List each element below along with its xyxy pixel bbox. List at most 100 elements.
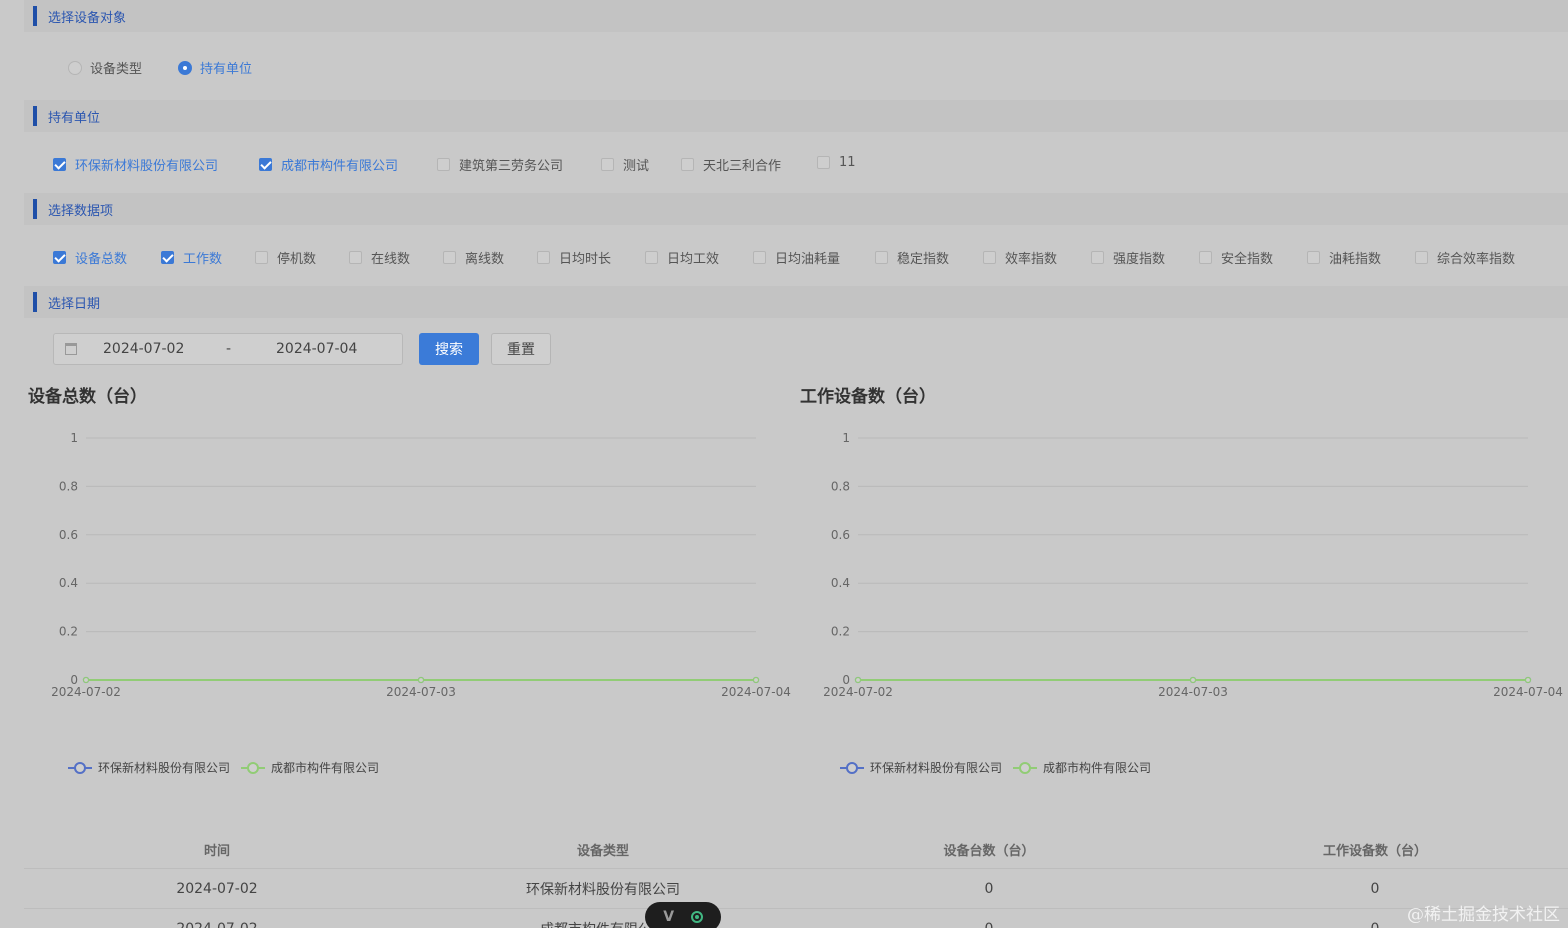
target-icon[interactable] [690, 911, 703, 923]
checkbox-unit[interactable]: 环保新材料股份有限公司 [53, 155, 218, 174]
checkbox-data-item[interactable]: 综合效率指数 [1415, 248, 1515, 267]
checkbox-checked-icon[interactable] [259, 158, 272, 171]
table-row: 2024-07-02 成都市构件有限公司 0 0 [24, 909, 1568, 928]
legend-item[interactable]: 环保新材料股份有限公司 [840, 760, 1002, 775]
checkbox-data-item[interactable]: 在线数 [349, 248, 410, 267]
checkbox-icon[interactable] [349, 251, 362, 264]
checkbox-icon[interactable] [983, 251, 996, 264]
legend-label: 成都市构件有限公司 [271, 760, 379, 775]
radio-circle-selected-icon[interactable] [178, 60, 192, 75]
checkbox-label: 日均油耗量 [775, 252, 841, 267]
checkbox-data-item[interactable]: 设备总数 [53, 248, 127, 267]
checkbox-data-item[interactable]: 工作数 [161, 248, 222, 267]
checkbox-icon[interactable] [875, 251, 888, 264]
checkbox-icon[interactable] [1199, 251, 1212, 264]
checkbox-data-item[interactable]: 日均油耗量 [753, 248, 840, 267]
checkbox-label: 稳定指数 [897, 252, 950, 267]
date-separator: - [226, 341, 232, 357]
data-point[interactable] [854, 676, 862, 684]
checkbox-icon[interactable] [1415, 251, 1428, 264]
date-range-picker[interactable]: 2024-07-02 - 2024-07-04 [53, 333, 403, 365]
checkbox-unit[interactable]: 测试 [601, 155, 649, 174]
radio-label: 设备类型 [90, 62, 143, 77]
section-accent-bar [33, 106, 37, 126]
data-point[interactable] [1189, 676, 1197, 684]
table-cell: 成都市构件有限公司 [410, 909, 796, 928]
checkbox-label: 在线数 [371, 252, 411, 267]
legend-item[interactable]: 成都市构件有限公司 [1013, 760, 1151, 775]
checkbox-checked-icon[interactable] [161, 251, 174, 264]
y-tick-label: 0.4 [59, 576, 78, 590]
x-tick-label: 2024-07-02 [51, 685, 121, 699]
checkbox-unit[interactable]: 成都市构件有限公司 [259, 155, 398, 174]
checkbox-data-item[interactable]: 离线数 [443, 248, 504, 267]
reset-button[interactable]: 重置 [491, 333, 551, 365]
checkbox-data-item[interactable]: 强度指数 [1091, 248, 1165, 267]
checkbox-checked-icon[interactable] [53, 158, 66, 171]
radio-label: 持有单位 [200, 62, 253, 77]
section-title: 选择日期 [48, 297, 101, 312]
vue-devtools-toggle[interactable]: V [645, 902, 721, 928]
data-point[interactable] [417, 676, 425, 684]
x-tick-label: 2024-07-04 [721, 685, 791, 699]
x-tick-label: 2024-07-04 [1493, 685, 1563, 699]
checkbox-icon[interactable] [443, 251, 456, 264]
data-point[interactable] [1524, 676, 1532, 684]
y-tick-label: 0.2 [831, 625, 850, 639]
line-chart-total: 00.20.40.60.812024-07-02 2024-07-03 2024-0… [51, 431, 791, 775]
checkbox-checked-icon[interactable] [53, 251, 66, 264]
checkbox-unit[interactable]: 天北三利合作 [681, 155, 781, 174]
date-end-input[interactable]: 2024-07-04 [276, 341, 357, 357]
unit-checkbox-group: 环保新材料股份有限公司 成都市构件有限公司 建筑第三劳务公司 测试 天北三利合作… [0, 152, 1568, 176]
checkbox-data-item[interactable]: 日均时长 [537, 248, 611, 267]
section-accent-bar [33, 292, 37, 312]
legend-item[interactable]: 成都市构件有限公司 [241, 760, 379, 775]
object-radio-group: 设备类型 持有单位 [0, 55, 1568, 79]
checkbox-icon[interactable] [753, 251, 766, 264]
section-accent-bar [33, 6, 37, 26]
checkbox-label: 工作数 [183, 252, 223, 267]
table-header-row: 时间 设备类型 设备台数（台） 工作设备数（台） [24, 830, 1568, 869]
checkbox-icon[interactable] [437, 158, 450, 171]
legend-item[interactable]: 环保新材料股份有限公司 [68, 760, 230, 775]
checkbox-data-item[interactable]: 稳定指数 [875, 248, 949, 267]
search-button[interactable]: 搜索 [419, 333, 479, 365]
checkbox-icon[interactable] [601, 158, 614, 171]
checkbox-icon[interactable] [1307, 251, 1320, 264]
y-tick-label: 1 [70, 431, 78, 445]
section-title: 选择数据项 [48, 204, 114, 219]
checkbox-icon[interactable] [645, 251, 658, 264]
legend-label: 环保新材料股份有限公司 [870, 760, 1002, 775]
radio-holding-unit[interactable]: 持有单位 [178, 58, 252, 77]
table-cell: 2024-07-02 [176, 880, 258, 897]
data-point[interactable] [82, 676, 90, 684]
vue-logo-icon[interactable]: V [663, 909, 674, 925]
checkbox-label: 11 [839, 155, 856, 170]
checkbox-data-item[interactable]: 效率指数 [983, 248, 1057, 267]
checkbox-data-item[interactable]: 安全指数 [1199, 248, 1273, 267]
checkbox-data-item[interactable]: 油耗指数 [1307, 248, 1381, 267]
checkbox-unit[interactable]: 11 [817, 155, 856, 170]
radio-circle-icon[interactable] [68, 60, 82, 75]
table-row: 2024-07-02 环保新材料股份有限公司 0 0 [24, 869, 1568, 909]
checkbox-icon[interactable] [817, 156, 830, 169]
checkbox-data-item[interactable]: 日均工效 [645, 248, 719, 267]
section-object-header: 选择设备对象 [24, 0, 1568, 32]
section-title: 选择设备对象 [48, 11, 127, 26]
checkbox-unit[interactable]: 建筑第三劳务公司 [437, 155, 563, 174]
radio-device-type[interactable]: 设备类型 [68, 58, 142, 77]
checkbox-label: 建筑第三劳务公司 [459, 159, 564, 174]
legend-marker-icon [247, 762, 259, 774]
checkbox-icon[interactable] [681, 158, 694, 171]
checkbox-data-item[interactable]: 停机数 [255, 248, 316, 267]
date-start-input[interactable]: 2024-07-02 [103, 341, 184, 357]
checkbox-label: 强度指数 [1113, 252, 1166, 267]
checkbox-icon[interactable] [537, 251, 550, 264]
data-point[interactable] [752, 676, 760, 684]
watermark: @稀土掘金技术社区 [1407, 905, 1560, 925]
checkbox-icon[interactable] [1091, 251, 1104, 264]
line-chart-working: 00.20.40.60.812024-07-02 2024-07-03 2024-0… [823, 431, 1563, 775]
checkbox-icon[interactable] [255, 251, 268, 264]
chart-title-working: 工作设备数（台） [800, 387, 936, 407]
x-tick-label: 2024-07-02 [823, 685, 893, 699]
